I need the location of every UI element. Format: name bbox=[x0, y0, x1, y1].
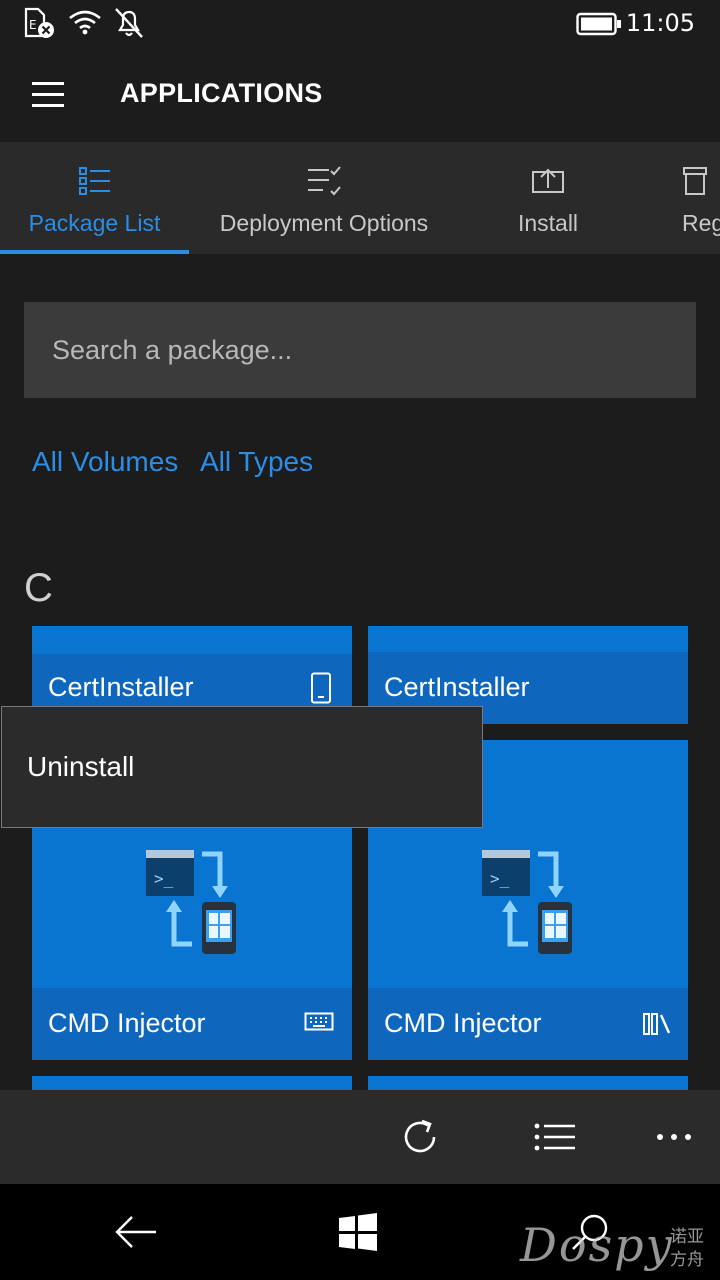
tab-label: Package List bbox=[28, 210, 161, 236]
wifi-icon bbox=[69, 10, 101, 35]
refresh-icon bbox=[404, 1119, 436, 1153]
uninstall-menu-item[interactable]: Uninstall bbox=[27, 751, 134, 783]
filter-all-types[interactable]: All Types bbox=[200, 446, 313, 478]
pivot-tabs: Package List Deployment Options Install … bbox=[0, 142, 720, 254]
tile-name: CMD Injector bbox=[384, 1008, 542, 1038]
svg-text:E: E bbox=[29, 18, 37, 32]
package-tile[interactable] bbox=[368, 1076, 688, 1090]
context-menu: Uninstall bbox=[1, 706, 483, 828]
back-arrow-icon bbox=[115, 1216, 156, 1248]
svg-text:>_: >_ bbox=[490, 869, 510, 888]
phone-icon bbox=[311, 672, 331, 704]
tab-registry[interactable]: Reg bbox=[676, 142, 720, 254]
list-bullets-icon bbox=[78, 167, 110, 195]
active-tab-indicator bbox=[0, 250, 189, 254]
package-tile[interactable] bbox=[32, 1076, 352, 1090]
keyboard-icon bbox=[304, 1012, 334, 1031]
install-icon bbox=[532, 168, 564, 193]
library-icon bbox=[643, 1013, 671, 1035]
windows-logo-icon bbox=[339, 1213, 377, 1251]
app-bar bbox=[0, 1090, 720, 1184]
registry-icon bbox=[683, 167, 707, 195]
back-button[interactable] bbox=[86, 1184, 186, 1280]
bell-off-icon bbox=[115, 8, 143, 38]
tab-install[interactable]: Install bbox=[488, 142, 608, 254]
app-header: APPLICATIONS bbox=[0, 50, 720, 142]
more-options-button[interactable] bbox=[634, 1090, 714, 1184]
tab-deployment-options[interactable]: Deployment Options bbox=[205, 142, 443, 254]
group-header-c[interactable]: C bbox=[24, 566, 53, 611]
cmd-injector-app-icon: >_ bbox=[146, 850, 236, 954]
battery-icon bbox=[576, 12, 621, 36]
status-bar: E 11:05 bbox=[0, 0, 720, 50]
tab-label: Reg bbox=[682, 210, 720, 236]
list-view-button[interactable] bbox=[515, 1090, 595, 1184]
status-time: 11:05 bbox=[625, 9, 695, 37]
checklist-icon bbox=[308, 166, 341, 196]
search-input[interactable] bbox=[24, 302, 696, 398]
tab-package-list[interactable]: Package List bbox=[0, 142, 189, 254]
sim-missing-icon: E bbox=[24, 7, 54, 38]
list-view-icon bbox=[534, 1123, 575, 1151]
filter-all-volumes[interactable]: All Volumes bbox=[32, 446, 178, 478]
watermark-cn: 诺亚方舟 bbox=[670, 1227, 704, 1270]
tile-name: CMD Injector bbox=[48, 1008, 206, 1038]
more-dots-icon bbox=[657, 1134, 691, 1140]
tab-label: Install bbox=[517, 210, 579, 236]
refresh-button[interactable] bbox=[380, 1090, 460, 1184]
watermark-brand: Dospy bbox=[520, 1218, 674, 1272]
svg-text:>_: >_ bbox=[154, 869, 174, 888]
cmd-injector-app-icon: >_ bbox=[482, 850, 572, 954]
start-button[interactable] bbox=[308, 1184, 408, 1280]
page-title: APPLICATIONS bbox=[120, 78, 323, 108]
tile-name: CertInstaller bbox=[384, 672, 530, 702]
tab-label: Deployment Options bbox=[219, 210, 429, 236]
tile-name: CertInstaller bbox=[48, 672, 194, 702]
hamburger-menu-icon[interactable] bbox=[32, 82, 64, 107]
search-box bbox=[24, 302, 696, 398]
